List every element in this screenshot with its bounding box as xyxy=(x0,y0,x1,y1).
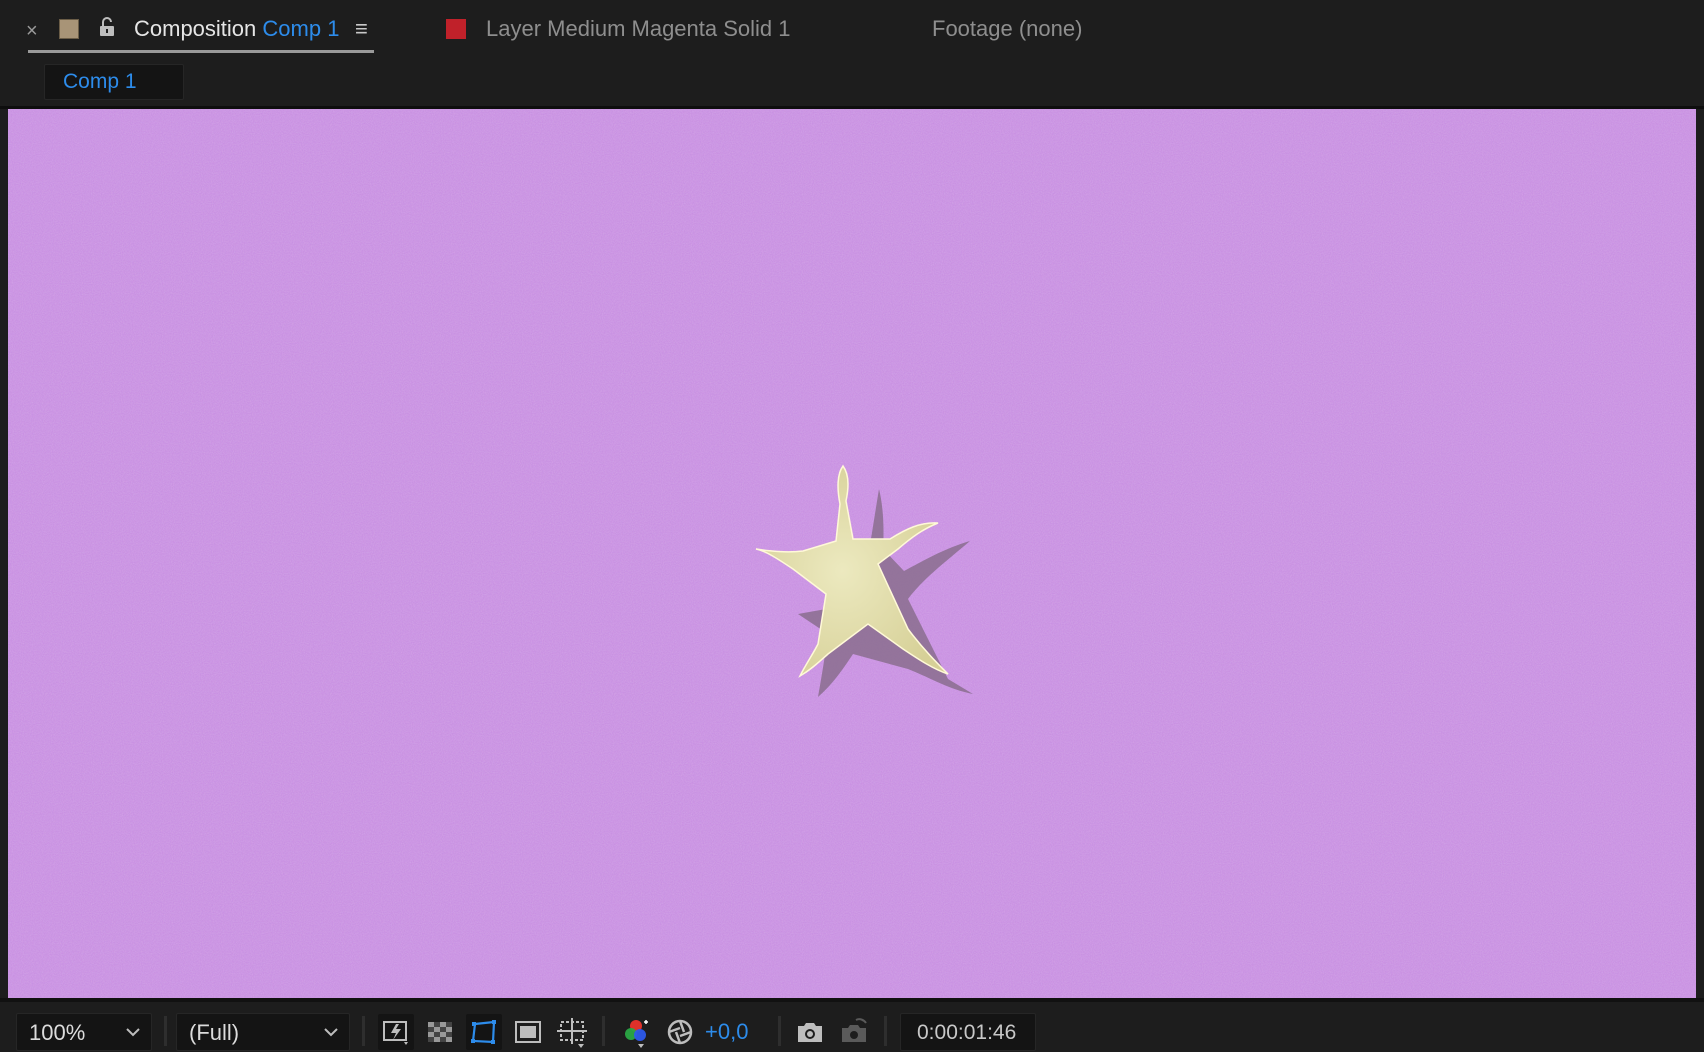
composition-tab[interactable]: Composition Comp 1 xyxy=(134,16,339,42)
viewer-comp-tab-label: Comp 1 xyxy=(63,70,137,93)
magnification-value: 100% xyxy=(29,1020,86,1045)
fast-previews-icon[interactable] xyxy=(378,1014,414,1050)
show-snapshot-icon[interactable] xyxy=(836,1014,872,1050)
toolbar-separator xyxy=(362,1016,365,1046)
toolbar-separator xyxy=(164,1016,167,1046)
mask-path-visibility-icon[interactable] xyxy=(466,1014,502,1050)
layer-tab[interactable]: Layer Medium Magenta Solid 1 xyxy=(486,16,791,42)
panel-tab-bar: × Composition Comp 1 ≡ Layer Medium Mage… xyxy=(0,0,1704,58)
composition-color-swatch[interactable] xyxy=(59,19,79,39)
composition-tab-label: Composition xyxy=(134,16,257,41)
footage-tab[interactable]: Footage (none) xyxy=(932,16,1082,42)
exposure-value[interactable]: +0,0 xyxy=(705,1019,748,1045)
grid-guides-icon[interactable] xyxy=(554,1014,590,1050)
chevron-down-icon xyxy=(324,1028,338,1037)
composition-viewer[interactable] xyxy=(8,109,1696,998)
snapshot-icon[interactable] xyxy=(792,1014,828,1050)
toolbar-separator xyxy=(602,1016,605,1046)
magnification-dropdown[interactable]: 100% xyxy=(16,1013,152,1051)
current-time-display[interactable]: 0:00:01:46 xyxy=(900,1013,1036,1051)
layer-color-swatch xyxy=(446,19,466,39)
viewer-comp-tab[interactable]: Comp 1 xyxy=(44,64,184,100)
resolution-value: (Full) xyxy=(189,1020,240,1045)
current-time-value: 0:00:01:46 xyxy=(917,1021,1017,1044)
viewer-bottom-toolbar: 100% (Full) +0,0 0:00:01:46 xyxy=(0,998,1704,1052)
composition-tab-name: Comp 1 xyxy=(262,16,340,41)
unlock-icon[interactable] xyxy=(96,16,118,38)
toolbar-separator xyxy=(778,1016,781,1046)
chevron-down-icon xyxy=(126,1028,140,1037)
close-tab-button[interactable]: × xyxy=(26,20,38,43)
composition-canvas xyxy=(8,109,1696,998)
panel-menu-icon[interactable]: ≡ xyxy=(355,16,368,42)
reset-exposure-icon[interactable] xyxy=(662,1014,698,1050)
toolbar-separator xyxy=(884,1016,887,1046)
resolution-dropdown[interactable]: (Full) xyxy=(176,1013,350,1051)
region-of-interest-icon[interactable] xyxy=(510,1014,546,1050)
active-tab-indicator xyxy=(28,50,374,53)
channel-icon[interactable] xyxy=(618,1014,654,1050)
transparency-grid-icon[interactable] xyxy=(422,1014,458,1050)
